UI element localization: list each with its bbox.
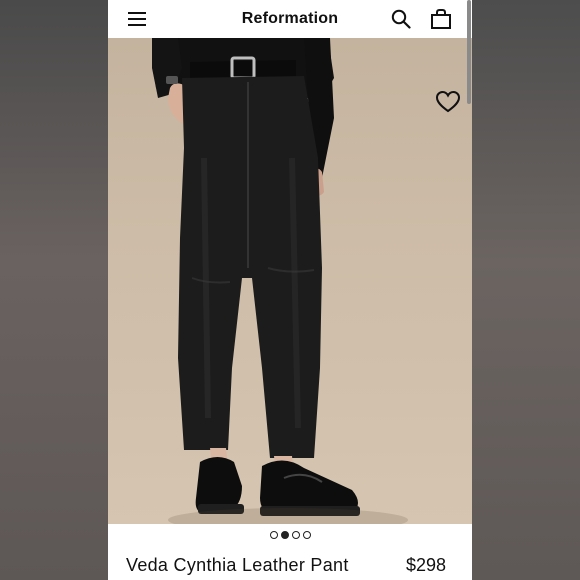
scrollbar[interactable] [467,0,471,104]
blurred-side-right [472,0,580,580]
app-screen: Reformation Veda Cynthia Leather Pant $2… [108,0,472,580]
brand-logo[interactable]: Reformation [108,10,472,28]
product-name: Veda Cynthia Leather Pant [126,555,349,575]
bag-icon[interactable] [430,9,452,29]
carousel-dot-active[interactable] [280,531,289,539]
top-nav: Reformation [108,0,472,38]
product-photo [152,38,360,516]
blurred-side-left [0,0,108,580]
heart-icon[interactable] [435,90,461,114]
carousel-dot[interactable] [269,531,278,539]
carousel-dot[interactable] [302,531,311,539]
product-price: $298 [405,555,446,575]
carousel-indicator [108,531,472,539]
carousel-dot[interactable] [291,531,300,539]
search-icon[interactable] [391,9,411,29]
product-image[interactable] [108,38,472,524]
